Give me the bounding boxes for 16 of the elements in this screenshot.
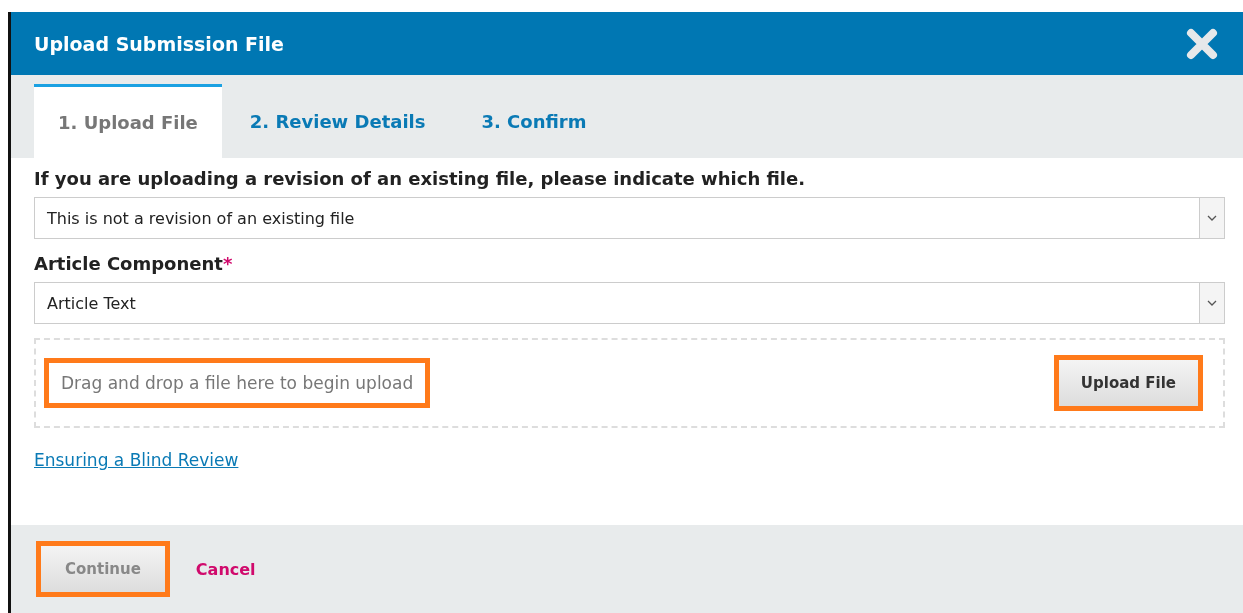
select-field[interactable]: This is not a revision of an existing file (34, 197, 1225, 239)
close-icon[interactable] (1185, 26, 1219, 61)
tab[interactable]: 3. Confirm (453, 84, 615, 158)
drop-zone[interactable]: Drag and drop a file here to begin upload Upload File (34, 338, 1225, 428)
blind-review-link[interactable]: Ensuring a Blind Review (34, 450, 239, 470)
select-field[interactable]: Article Text (34, 282, 1225, 324)
drop-hint: Drag and drop a file here to begin upload (44, 358, 431, 408)
caret-icon (1199, 283, 1224, 323)
tab[interactable]: 1. Upload File (34, 84, 222, 158)
upload-button[interactable]: Upload File (1053, 355, 1203, 411)
window-title: Upload Submission File (34, 32, 284, 55)
field-label: Article Component* (34, 253, 234, 274)
caret-icon (1199, 198, 1224, 238)
tab[interactable]: 2. Review Details (221, 84, 454, 158)
field-label: If you are uploading a revision of an existing file, please indicate which file. (34, 168, 807, 189)
cancel-link[interactable]: Cancel (195, 559, 256, 579)
